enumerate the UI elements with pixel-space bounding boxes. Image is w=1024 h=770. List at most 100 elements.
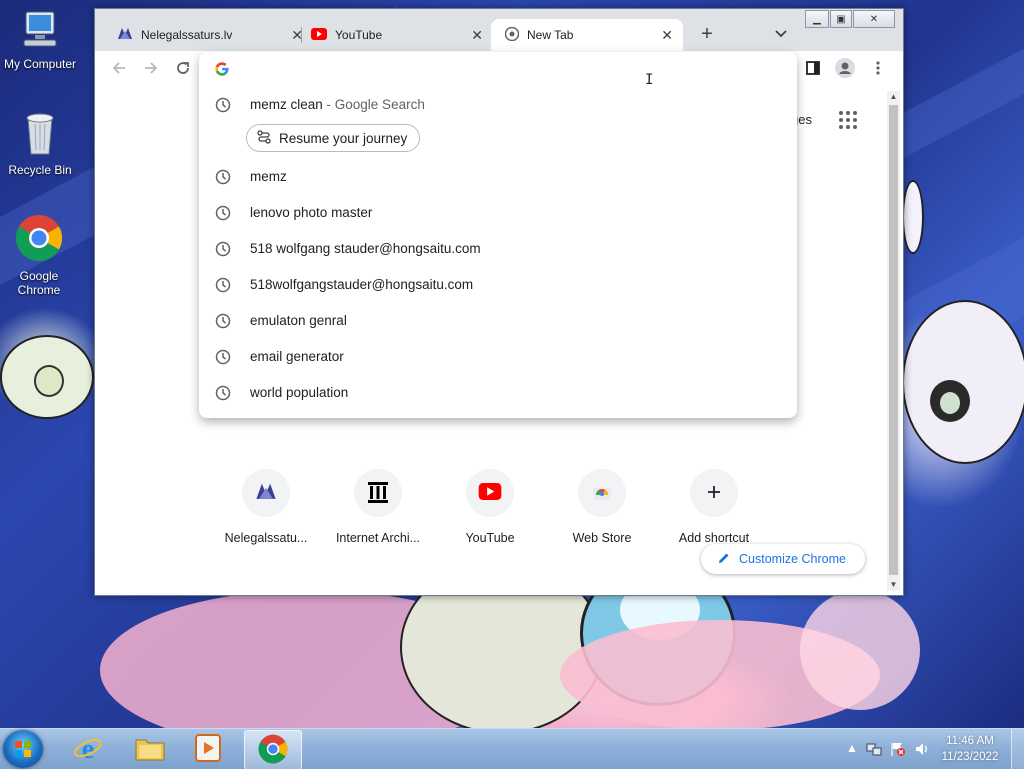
taskbar-internet-explorer[interactable]: e <box>60 730 116 768</box>
chrome-icon <box>258 734 288 767</box>
taskbar-windows-explorer[interactable] <box>122 730 178 768</box>
profile-button[interactable] <box>835 57 855 83</box>
desktop-icon-google-chrome[interactable]: Google Chrome <box>0 214 78 297</box>
tab-title: New Tab <box>527 28 574 42</box>
volume-icon[interactable] <box>914 741 930 760</box>
clock-icon <box>215 241 231 260</box>
resume-journey-chip[interactable]: Resume your journey <box>246 124 421 152</box>
maximize-button[interactable]: ▣ <box>830 10 852 28</box>
youtube-icon <box>478 483 502 503</box>
clock-icon <box>215 97 231 116</box>
desktop-icon-label: Google Chrome <box>17 269 61 297</box>
suggestion-item[interactable]: email generator <box>199 339 797 375</box>
suggestion-item[interactable]: emulaton genral <box>199 303 797 339</box>
avatar-icon <box>835 57 855 83</box>
suggestion-text: email generator <box>250 349 344 364</box>
reload-button[interactable] <box>173 60 193 80</box>
windows-logo-icon <box>14 740 32 761</box>
suggestion-item[interactable]: 518 wolfgang stauder@hongsaitu.com <box>199 231 797 267</box>
clock-icon <box>215 205 231 224</box>
desktop-icon-recycle-bin[interactable]: Recycle Bin <box>0 110 80 177</box>
shortcut-nelegalssaturs[interactable]: Nelegalssatu... <box>210 469 322 545</box>
network-icon[interactable] <box>866 741 882 760</box>
taskbar-media-player[interactable] <box>180 730 236 768</box>
close-icon[interactable]: ✕ <box>471 27 483 44</box>
scroll-down-arrow[interactable]: ▼ <box>887 579 900 591</box>
shortcut-label: Web Store <box>572 531 632 545</box>
omnibox-dropdown: memz clean - Google Search Resume your j… <box>199 52 797 418</box>
internet-archive-icon <box>366 480 390 507</box>
taskbar-google-chrome[interactable] <box>244 730 302 770</box>
start-button[interactable] <box>3 730 43 768</box>
clock-time: 11:46 AM <box>946 735 994 747</box>
close-window-button[interactable]: ✕ <box>853 10 895 28</box>
minimize-button[interactable]: ▁ <box>805 10 829 28</box>
back-button[interactable] <box>109 60 129 80</box>
scrollbar[interactable]: ▲ ▼ <box>887 91 900 591</box>
suggestion-suffix: - Google Search <box>322 97 425 112</box>
taskbar: e ▲ 11:46 AM 11/23/2022 <box>0 728 1024 770</box>
forward-button[interactable] <box>141 60 161 80</box>
clock-icon <box>215 313 231 332</box>
journey-label: Resume your journey <box>279 130 408 146</box>
chrome-icon <box>504 26 520 44</box>
omnibox-input[interactable] <box>243 58 787 82</box>
menu-button[interactable] <box>868 60 888 80</box>
tab-new-tab[interactable]: New Tab ✕ <box>491 19 683 51</box>
shortcut-label: Add shortcut <box>678 531 750 545</box>
chrome-icon <box>0 214 78 265</box>
shortcut-youtube[interactable]: YouTube <box>434 469 546 545</box>
clock-icon <box>215 385 231 404</box>
scroll-up-arrow[interactable]: ▲ <box>887 91 900 103</box>
suggestion-item[interactable]: memz clean - Google Search <box>199 87 797 123</box>
tab-search-button[interactable] <box>773 25 793 45</box>
desktop-icon-label: Recycle Bin <box>8 163 72 177</box>
suggestion-item[interactable]: world population <box>199 375 797 411</box>
computer-icon <box>0 10 80 53</box>
chevron-down-icon <box>773 29 789 44</box>
desktop-icon-my-computer[interactable]: My Computer <box>0 10 80 71</box>
tab-title: YouTube <box>335 28 383 42</box>
internet-explorer-icon: e <box>73 733 103 766</box>
pencil-icon <box>717 551 731 568</box>
suggestion-text: memz clean <box>250 97 323 112</box>
shortcut-label: YouTube <box>465 531 515 545</box>
action-center-flag-icon[interactable] <box>890 741 906 760</box>
suggestion-text: memz <box>250 169 287 184</box>
shortcut-internet-archive[interactable]: Internet Archi... <box>322 469 434 545</box>
omnibox[interactable] <box>199 52 797 86</box>
system-clock[interactable]: 11:46 AM 11/23/2022 <box>934 733 1006 765</box>
shortcut-web-store[interactable]: Web Store <box>546 469 658 545</box>
suggestion-text: emulaton genral <box>250 313 347 328</box>
tab-title: Nelegalssaturs.lv <box>141 28 233 42</box>
arrow-right-icon <box>143 60 159 81</box>
tab-strip: Nelegalssaturs.lv ✕ YouTube ✕ New Tab ✕ … <box>95 9 903 51</box>
clock-icon <box>215 277 231 296</box>
nelegalssaturs-favicon <box>255 481 277 506</box>
minimize-icon: ▁ <box>813 13 821 25</box>
svg-text:e: e <box>82 734 94 763</box>
restore-icon: ▣ <box>836 13 846 25</box>
close-icon[interactable]: ✕ <box>661 27 673 44</box>
folder-icon <box>135 735 165 764</box>
new-tab-button[interactable]: + <box>695 23 719 47</box>
side-panel-button[interactable] <box>803 60 823 80</box>
suggestion-text: 518wolfgangstauder@hongsaitu.com <box>250 277 474 292</box>
suggestion-text: world population <box>250 385 349 400</box>
suggestion-item[interactable]: 518wolfgangstauder@hongsaitu.com <box>199 267 797 303</box>
suggestion-item[interactable]: memz <box>199 159 797 195</box>
apps-button[interactable] <box>838 110 858 130</box>
scrollbar-thumb[interactable] <box>889 105 898 575</box>
tab-nelegalssaturs[interactable]: Nelegalssaturs.lv ✕ <box>109 19 303 51</box>
text-cursor-icon: I <box>645 72 654 88</box>
show-hidden-icons-chevron[interactable]: ▲ <box>846 741 858 755</box>
shortcut-add[interactable]: Add shortcut <box>658 469 770 545</box>
recycle-bin-icon <box>0 110 80 159</box>
journey-icon <box>257 129 271 147</box>
tab-youtube[interactable]: YouTube ✕ <box>303 19 487 51</box>
customize-chrome-button[interactable]: Customize Chrome <box>701 544 865 574</box>
suggestion-item[interactable]: lenovo photo master <box>199 195 797 231</box>
customize-label: Customize Chrome <box>739 552 846 566</box>
media-player-icon <box>195 733 221 765</box>
show-desktop-button[interactable] <box>1011 729 1024 769</box>
